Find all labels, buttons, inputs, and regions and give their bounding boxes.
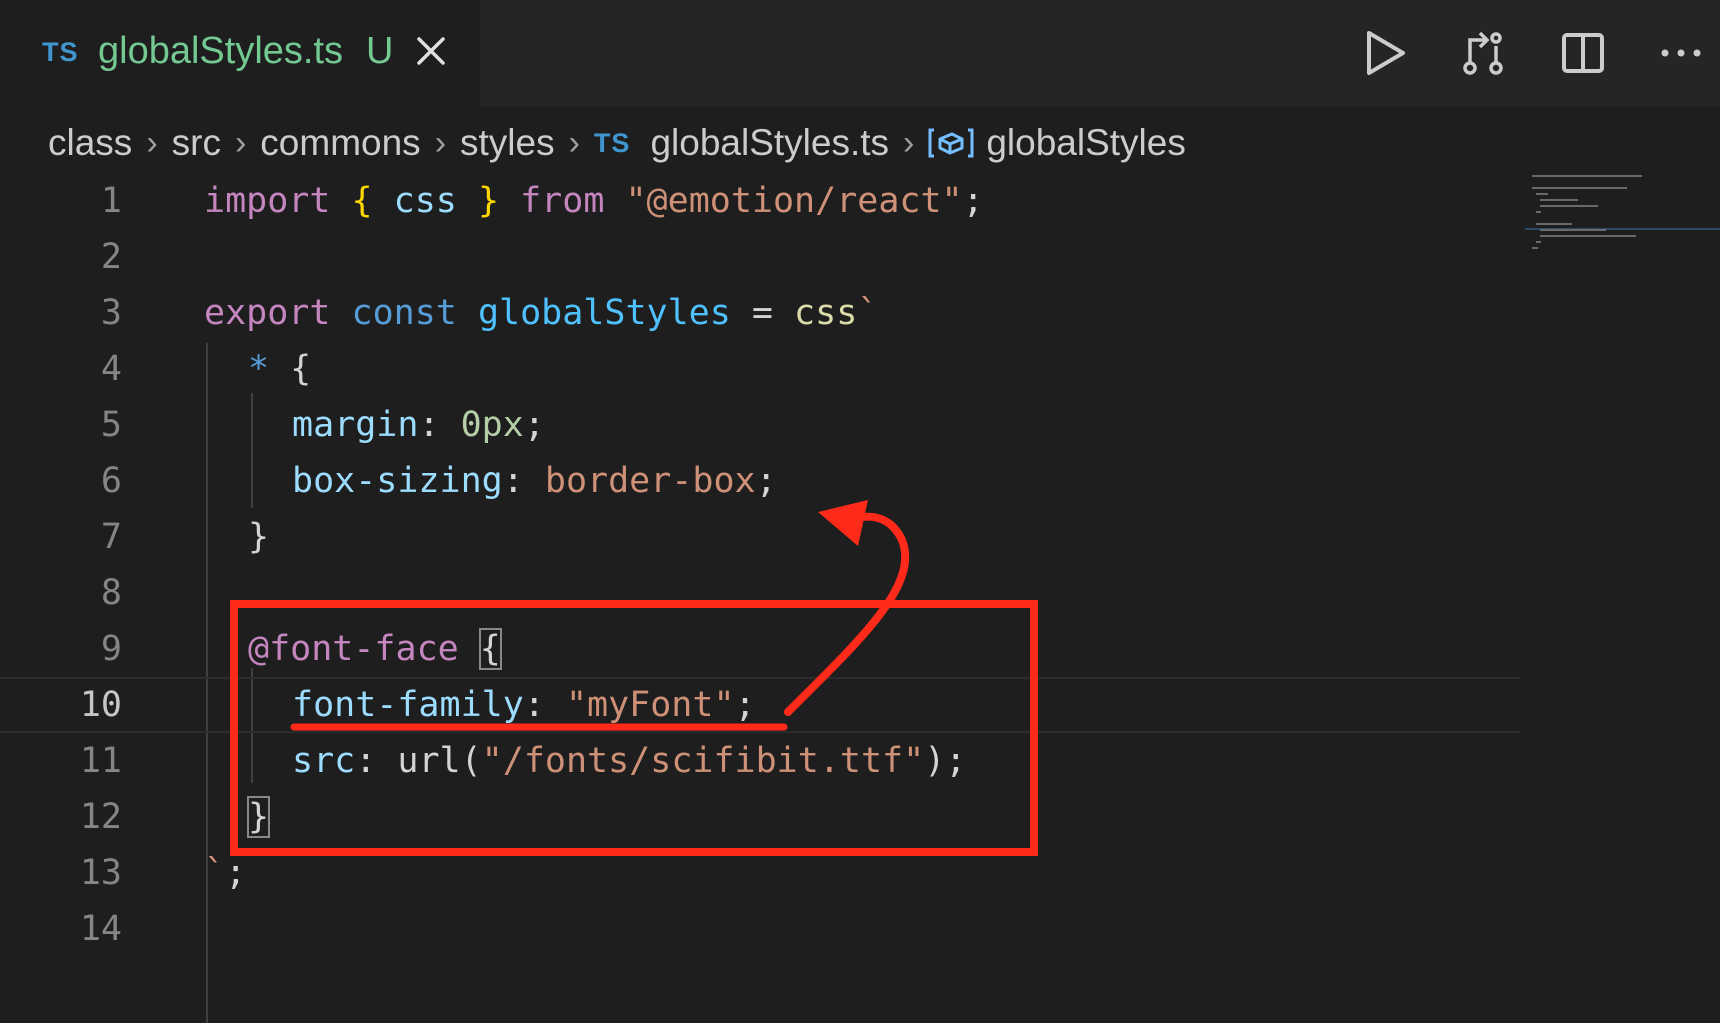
- split-editor-icon[interactable]: [1558, 28, 1608, 78]
- code-text: @font-face {: [248, 628, 502, 670]
- code-line[interactable]: 8: [0, 565, 1520, 621]
- chevron-right-icon: ›: [234, 123, 247, 162]
- line-number: 7: [100, 517, 122, 557]
- code-line[interactable]: 13 `;: [0, 845, 1520, 901]
- code-line[interactable]: 5 margin: 0px;: [0, 397, 1520, 453]
- run-icon[interactable]: [1360, 28, 1410, 78]
- code-line[interactable]: 2: [0, 229, 1520, 285]
- line-number: 1: [100, 181, 122, 221]
- breadcrumb-item-styles[interactable]: styles: [460, 122, 555, 164]
- line-number: 2: [100, 237, 122, 277]
- compare-changes-icon[interactable]: [1458, 28, 1508, 78]
- code-text: font-family: "myFont";: [292, 685, 756, 725]
- code-line[interactable]: 12 }: [0, 789, 1520, 845]
- tab-title: globalStyles.ts: [98, 30, 344, 72]
- line-number: 13: [79, 853, 122, 893]
- line-number: 11: [79, 741, 122, 781]
- code-line[interactable]: 1 import { css } from "@emotion/react";: [0, 173, 1520, 229]
- code-text: import { css } from "@emotion/react";: [204, 181, 984, 221]
- untracked-status-badge: U: [366, 30, 394, 72]
- variable-symbol-icon: [928, 126, 974, 160]
- more-actions-icon[interactable]: [1656, 28, 1706, 78]
- typescript-file-icon: TS: [42, 37, 79, 67]
- breadcrumb-file-label: globalStyles.ts: [650, 122, 890, 163]
- code-text: margin: 0px;: [292, 405, 545, 445]
- line-number: 5: [100, 405, 122, 445]
- code-text: export const globalStyles = css`: [204, 293, 879, 333]
- line-number: 10: [79, 685, 122, 725]
- breadcrumb: class › src › commons › styles › TS glob…: [48, 118, 1186, 168]
- editor-tab[interactable]: TS globalStyles.ts U: [0, 0, 480, 106]
- breadcrumb-item-src[interactable]: src: [172, 122, 221, 164]
- code-text: }: [246, 789, 271, 845]
- breadcrumb-item-class[interactable]: class: [48, 122, 132, 164]
- breadcrumb-item-file[interactable]: TS globalStyles.ts: [594, 122, 889, 164]
- code-text: * {: [248, 349, 312, 389]
- code-text: }: [248, 517, 270, 557]
- code-line[interactable]: 6 box-sizing: border-box;: [0, 453, 1520, 509]
- code-line[interactable]: 14: [0, 901, 1520, 957]
- code-text: `;: [204, 853, 247, 893]
- code-text: src: url("/fonts/scifibit.ttf");: [292, 741, 967, 781]
- bracket-match: {: [478, 628, 502, 670]
- close-icon[interactable]: [412, 30, 450, 72]
- code-line[interactable]: 11 src: url("/fonts/scifibit.ttf");: [0, 733, 1520, 789]
- line-number: 8: [100, 573, 122, 613]
- breadcrumb-symbol-label: globalStyles: [986, 122, 1186, 163]
- chevron-right-icon: ›: [568, 123, 580, 162]
- code-line[interactable]: 9 @font-face {: [0, 621, 1520, 677]
- tab-bar: TS globalStyles.ts U: [0, 0, 1720, 106]
- breadcrumb-item-commons[interactable]: commons: [260, 122, 420, 164]
- chevron-right-icon: ›: [434, 123, 447, 162]
- line-number: 14: [79, 909, 122, 949]
- code-text: box-sizing: border-box;: [292, 461, 777, 501]
- line-number: 6: [100, 461, 122, 501]
- breadcrumb-item-symbol[interactable]: globalStyles: [928, 122, 1186, 164]
- line-number: 4: [100, 349, 122, 389]
- code-line-current[interactable]: 10 font-family: "myFont";: [0, 677, 1520, 733]
- code-line[interactable]: 4 * {: [0, 341, 1520, 397]
- line-number: 3: [100, 293, 122, 333]
- line-number: 12: [79, 797, 122, 837]
- code-editor[interactable]: 1 import { css } from "@emotion/react"; …: [0, 173, 1720, 1023]
- line-number: 9: [100, 629, 122, 669]
- chevron-right-icon: ›: [146, 123, 158, 162]
- typescript-file-icon: TS: [593, 127, 631, 158]
- chevron-right-icon: ›: [903, 123, 915, 162]
- code-line[interactable]: 3 export const globalStyles = css`: [0, 285, 1520, 341]
- bracket-match: }: [246, 796, 271, 838]
- code-line[interactable]: 7 }: [0, 509, 1520, 565]
